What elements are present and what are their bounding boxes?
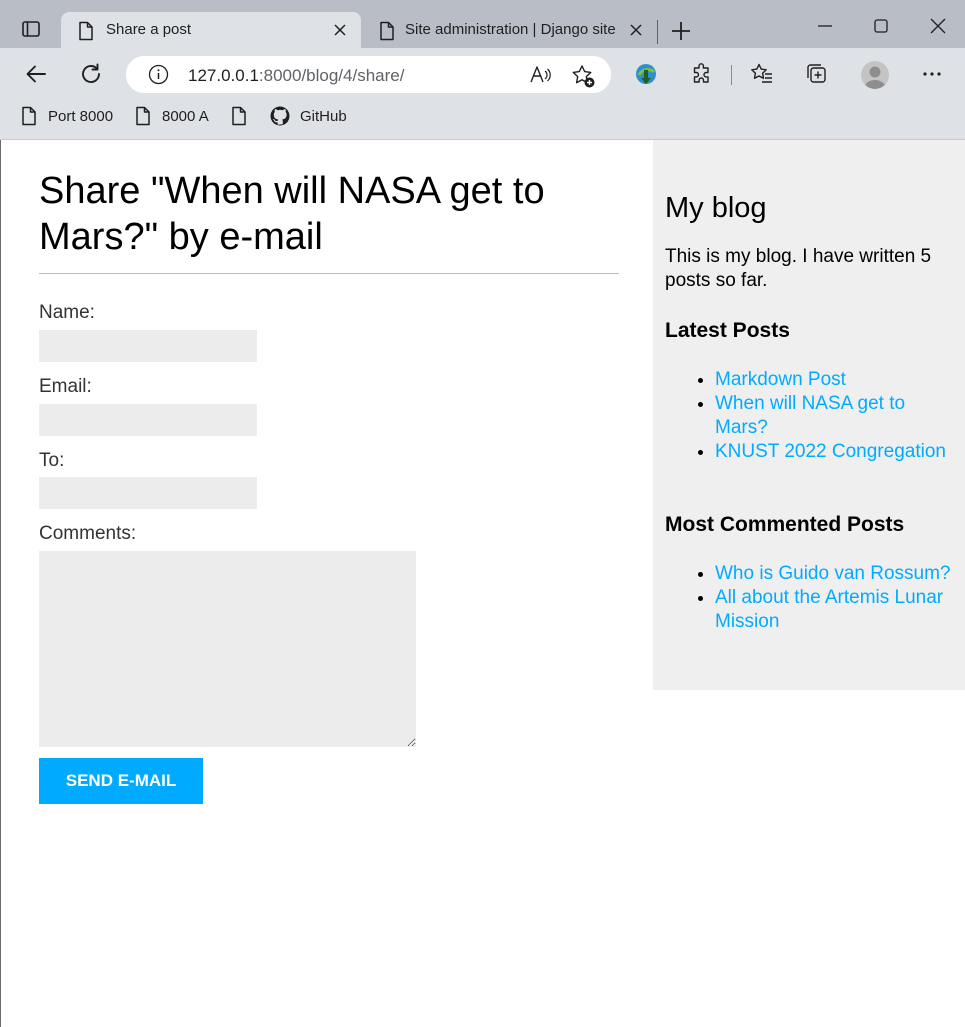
title-divider <box>39 273 619 274</box>
tab-actions-icon <box>22 21 40 37</box>
toolbar-divider <box>731 65 732 85</box>
to-label: To: <box>39 450 65 471</box>
bookmark-untitled[interactable] <box>230 106 248 126</box>
name-field[interactable] <box>39 330 257 362</box>
browser-chrome: Share a post Site administration | Djang… <box>0 0 965 140</box>
refresh-button[interactable] <box>77 60 105 88</box>
list-item: All about the Artemis Lunar Mission <box>715 586 951 634</box>
email-label: Email: <box>39 376 92 397</box>
post-link[interactable]: All about the Artemis Lunar Mission <box>715 587 943 632</box>
favorites-button[interactable] <box>748 60 776 88</box>
name-label: Name: <box>39 302 95 323</box>
puzzle-icon <box>693 63 709 83</box>
read-aloud-icon[interactable] <box>528 63 552 87</box>
refresh-icon <box>82 63 100 83</box>
url-host: 127.0.0.1 <box>188 66 259 85</box>
favorites-icon <box>751 63 772 83</box>
back-button[interactable] <box>22 60 50 88</box>
list-item: When will NASA get to Mars? <box>715 392 951 440</box>
tab-title: Share a post <box>106 21 192 38</box>
list-item: KNUST 2022 Congregation <box>715 440 951 464</box>
bookmark-label: Port 8000 <box>48 107 114 125</box>
post-link[interactable]: KNUST 2022 Congregation <box>715 441 946 462</box>
url-path: :8000/blog/4/share/ <box>258 66 405 85</box>
bookmarks-bar: Port 8000 8000 A GitHub <box>0 100 965 134</box>
page-icon <box>136 106 150 126</box>
sidebar: My blog This is my blog. I have written … <box>653 140 965 690</box>
site-info-icon[interactable] <box>148 64 169 85</box>
extension-downloader-button[interactable] <box>632 60 660 88</box>
address-bar[interactable]: 127.0.0.1:8000/blog/4/share/ <box>126 56 611 93</box>
close-tab-icon[interactable] <box>331 21 349 39</box>
post-link[interactable]: Who is Guido van Rossum? <box>715 563 951 584</box>
post-link[interactable]: When will NASA get to Mars? <box>715 393 905 438</box>
bookmark-port-8000[interactable]: Port 8000 <box>20 106 113 126</box>
most-commented-list: Who is Guido van Rossum? All about the A… <box>715 562 951 634</box>
list-item: Who is Guido van Rossum? <box>715 562 951 586</box>
maximize-icon[interactable] <box>869 14 893 38</box>
tab-strip: Share a post Site administration | Djang… <box>0 0 965 48</box>
tab-site-administration[interactable]: Site administration | Django site admin <box>362 12 657 48</box>
latest-posts-heading: Latest Posts <box>665 319 790 342</box>
sidebar-description: This is my blog. I have written 5 posts … <box>665 246 932 291</box>
close-window-icon[interactable] <box>926 14 950 38</box>
download-manager-icon <box>636 64 656 84</box>
tab-share-a-post[interactable]: Share a post <box>61 12 361 48</box>
collections-button[interactable] <box>803 60 831 88</box>
github-icon <box>270 106 290 126</box>
list-item: Markdown Post <box>715 368 951 392</box>
post-link[interactable]: Markdown Post <box>715 369 846 390</box>
page-icon <box>232 106 246 126</box>
email-field[interactable] <box>39 404 257 436</box>
minimize-icon[interactable] <box>813 14 837 38</box>
add-favorite-icon[interactable] <box>570 63 596 89</box>
comments-textarea[interactable] <box>39 551 416 747</box>
comments-label: Comments: <box>39 523 137 544</box>
bookmark-github[interactable]: GitHub <box>270 106 347 126</box>
user-icon <box>864 66 886 89</box>
bookmark-8000-a[interactable]: 8000 A <box>134 106 209 126</box>
page-viewport: Share "When will NASA get to Mars?" by e… <box>0 140 965 1027</box>
to-field[interactable] <box>39 477 257 509</box>
url-text[interactable]: 127.0.0.1:8000/blog/4/share/ <box>188 66 404 86</box>
page-icon <box>79 21 93 41</box>
send-email-button[interactable]: Send e-mail <box>39 758 203 804</box>
tab-title: Site administration | Django site admin <box>405 21 619 38</box>
collections-icon <box>807 64 826 83</box>
sidebar-title: My blog <box>665 192 767 224</box>
new-tab-icon[interactable] <box>668 18 694 44</box>
back-arrow-icon <box>26 65 46 83</box>
tab-separator <box>657 20 658 44</box>
bookmark-label: GitHub <box>300 107 347 125</box>
tab-actions-button[interactable] <box>14 12 48 46</box>
page-icon <box>380 21 394 41</box>
page-icon <box>22 106 36 126</box>
profile-avatar[interactable] <box>861 61 889 89</box>
settings-more-button[interactable] <box>918 60 946 88</box>
page-title: Share "When will NASA get to Mars?" by e… <box>39 170 545 258</box>
latest-posts-list: Markdown Post When will NASA get to Mars… <box>715 368 951 464</box>
more-icon <box>923 72 941 76</box>
bookmark-label: 8000 A <box>162 107 209 125</box>
extensions-button[interactable] <box>688 60 716 88</box>
close-tab-icon[interactable] <box>627 21 645 39</box>
most-commented-heading: Most Commented Posts <box>665 513 905 536</box>
